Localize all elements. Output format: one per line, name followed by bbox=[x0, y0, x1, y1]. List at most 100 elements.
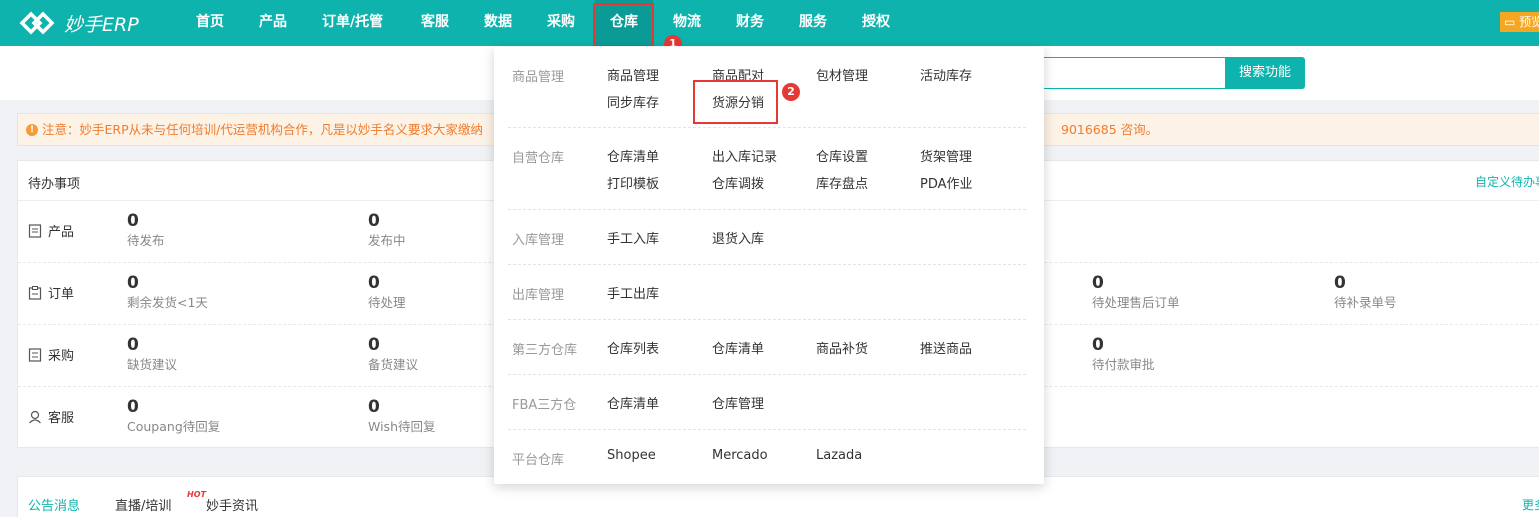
cell-count: 0 bbox=[368, 335, 380, 355]
logo-icon bbox=[19, 11, 55, 35]
menu-divider bbox=[508, 374, 1026, 375]
nav-service[interactable]: 客服 bbox=[421, 0, 449, 46]
menu-item-warehouse-list[interactable]: 仓库清单 bbox=[607, 146, 659, 165]
search-input[interactable] bbox=[1040, 57, 1226, 89]
menu-item-mercado[interactable]: Mercado bbox=[712, 448, 768, 463]
todo-cell[interactable]: 0 待处理售后订单 bbox=[1092, 273, 1180, 313]
preview-button[interactable]: ▭ 预览 bbox=[1500, 12, 1539, 32]
menu-divider bbox=[508, 127, 1026, 128]
logo-text: 妙手ERP bbox=[64, 13, 139, 36]
menu-item-warehouse-transfer[interactable]: 仓库调拨 bbox=[712, 173, 764, 192]
todo-cell[interactable]: 0 待付款审批 bbox=[1092, 335, 1155, 375]
top-navbar: 妙手ERP 首页 产品 订单/托管 客服 数据 采购 仓库 物流 财务 服务 授… bbox=[0, 0, 1539, 46]
tab-news[interactable]: 妙手资讯 bbox=[206, 495, 258, 514]
cell-count: 0 bbox=[1092, 335, 1104, 355]
cell-count: 0 bbox=[1334, 273, 1346, 293]
menu-category-inbound: 入库管理 bbox=[512, 233, 565, 248]
menu-item-lazada[interactable]: Lazada bbox=[816, 448, 862, 463]
menu-category-own-warehouse: 自营仓库 bbox=[512, 151, 565, 166]
row-label-purchase: 采购 bbox=[28, 345, 74, 364]
row-label-text: 采购 bbox=[48, 349, 75, 364]
todo-cell[interactable]: 0 发布中 bbox=[368, 211, 406, 251]
menu-item-inout-records[interactable]: 出入库记录 bbox=[712, 146, 777, 165]
notice-text: 注意：妙手ERP从未与任何培训/代运营机构合作，凡是以妙手名义要求大家缴纳 bbox=[42, 122, 483, 137]
menu-item-fba-warehouse-mgmt[interactable]: 仓库管理 bbox=[712, 393, 764, 412]
preview-label: 预览 bbox=[1519, 15, 1539, 29]
cell-count: 0 bbox=[368, 273, 380, 293]
menu-item-shopee[interactable]: Shopee bbox=[607, 448, 656, 463]
menu-item-packaging-mgmt[interactable]: 包材管理 bbox=[816, 65, 868, 84]
cell-label: 待处理售后订单 bbox=[1092, 295, 1180, 310]
menu-divider bbox=[508, 264, 1026, 265]
todo-cell[interactable]: 0 待补录单号 bbox=[1334, 273, 1397, 313]
menu-category-fba: FBA三方仓 bbox=[512, 398, 577, 413]
nav-data[interactable]: 数据 bbox=[484, 0, 512, 46]
row-label-text: 产品 bbox=[48, 225, 75, 240]
cell-label: 备货建议 bbox=[368, 357, 419, 372]
purchase-icon bbox=[28, 347, 42, 362]
menu-item-tp-warehouse-inventory[interactable]: 仓库清单 bbox=[712, 338, 764, 357]
tab-announcements[interactable]: 公告消息 bbox=[28, 495, 80, 514]
menu-item-product-mgmt[interactable]: 商品管理 bbox=[607, 65, 659, 84]
menu-item-pda[interactable]: PDA作业 bbox=[920, 173, 973, 192]
row-label-text: 订单 bbox=[48, 287, 75, 302]
todo-cell[interactable]: 0 缺货建议 bbox=[127, 335, 177, 375]
row-label-product: 产品 bbox=[28, 221, 74, 240]
todo-cell[interactable]: 0 待发布 bbox=[127, 211, 165, 251]
menu-item-activity-stock[interactable]: 活动库存 bbox=[920, 65, 972, 84]
menu-item-manual-inbound[interactable]: 手工入库 bbox=[607, 228, 659, 247]
cell-label: 剩余发货<1天 bbox=[127, 295, 208, 310]
nav-product[interactable]: 产品 bbox=[259, 0, 287, 46]
custom-todo-link[interactable]: 自定义待办事 bbox=[1475, 173, 1539, 190]
menu-item-shelf-mgmt[interactable]: 货架管理 bbox=[920, 146, 972, 165]
menu-category-product-mgmt: 商品管理 bbox=[512, 70, 565, 85]
row-label-service: 客服 bbox=[28, 407, 74, 426]
highlight-box-warehouse bbox=[593, 3, 654, 47]
menu-category-third-party: 第三方仓库 bbox=[512, 343, 578, 358]
order-icon bbox=[28, 285, 42, 300]
search-button[interactable]: 搜索功能 bbox=[1225, 57, 1305, 89]
menu-divider bbox=[508, 319, 1026, 320]
cell-count: 0 bbox=[368, 211, 380, 231]
todo-cell[interactable]: 0 备货建议 bbox=[368, 335, 418, 375]
menu-category-outbound: 出库管理 bbox=[512, 288, 565, 303]
more-link[interactable]: 更多 bbox=[1522, 496, 1539, 513]
todo-cell[interactable]: 0 Coupang待回复 bbox=[127, 397, 220, 437]
row-label-text: 客服 bbox=[48, 411, 75, 426]
nav-home[interactable]: 首页 bbox=[196, 0, 224, 46]
menu-item-sync-stock[interactable]: 同步库存 bbox=[607, 92, 659, 111]
menu-item-restock[interactable]: 商品补货 bbox=[816, 338, 868, 357]
nav-order[interactable]: 订单/托管 bbox=[322, 0, 383, 46]
cell-label: 待发布 bbox=[127, 233, 165, 248]
logo[interactable]: 妙手ERP bbox=[16, 8, 139, 38]
menu-item-stocktake[interactable]: 库存盘点 bbox=[816, 173, 868, 192]
menu-item-warehouse-settings[interactable]: 仓库设置 bbox=[816, 146, 868, 165]
nav-auth[interactable]: 授权 bbox=[862, 0, 890, 46]
menu-item-manual-outbound[interactable]: 手工出库 bbox=[607, 283, 659, 302]
todo-cell[interactable]: 0 Wish待回复 bbox=[368, 397, 436, 437]
nav-purchase[interactable]: 采购 bbox=[547, 0, 575, 46]
menu-item-tp-warehouse-list[interactable]: 仓库列表 bbox=[607, 338, 659, 357]
cell-label: Coupang待回复 bbox=[127, 419, 221, 434]
menu-item-return-inbound[interactable]: 退货入库 bbox=[712, 228, 764, 247]
todo-cell[interactable]: 0 待处理 bbox=[368, 273, 406, 313]
step-badge-2: 2 bbox=[782, 83, 800, 101]
nav-services[interactable]: 服务 bbox=[799, 0, 827, 46]
warehouse-dropdown-menu: 商品管理 商品管理 商品配对 包材管理 活动库存 同步库存 货源分销 2 自营仓… bbox=[494, 47, 1044, 484]
cell-label: 缺货建议 bbox=[127, 357, 178, 372]
menu-item-push-products[interactable]: 推送商品 bbox=[920, 338, 972, 357]
cell-count: 0 bbox=[1092, 273, 1104, 293]
todo-title: 待办事项 bbox=[28, 177, 81, 192]
notice-text-right: 9016685 咨询。 bbox=[1061, 122, 1159, 137]
menu-divider bbox=[508, 209, 1026, 210]
menu-item-print-template[interactable]: 打印模板 bbox=[607, 173, 659, 192]
preview-icon: ▭ bbox=[1504, 15, 1516, 29]
cell-count: 0 bbox=[127, 397, 139, 417]
menu-item-fba-warehouse-list[interactable]: 仓库清单 bbox=[607, 393, 659, 412]
row-label-order: 订单 bbox=[28, 283, 74, 302]
todo-cell[interactable]: 0 剩余发货<1天 bbox=[127, 273, 208, 313]
menu-category-platform: 平台仓库 bbox=[512, 453, 565, 468]
nav-finance[interactable]: 财务 bbox=[736, 0, 764, 46]
cell-label: 发布中 bbox=[368, 233, 406, 248]
tab-live-training[interactable]: 直播/培训 bbox=[115, 495, 171, 514]
